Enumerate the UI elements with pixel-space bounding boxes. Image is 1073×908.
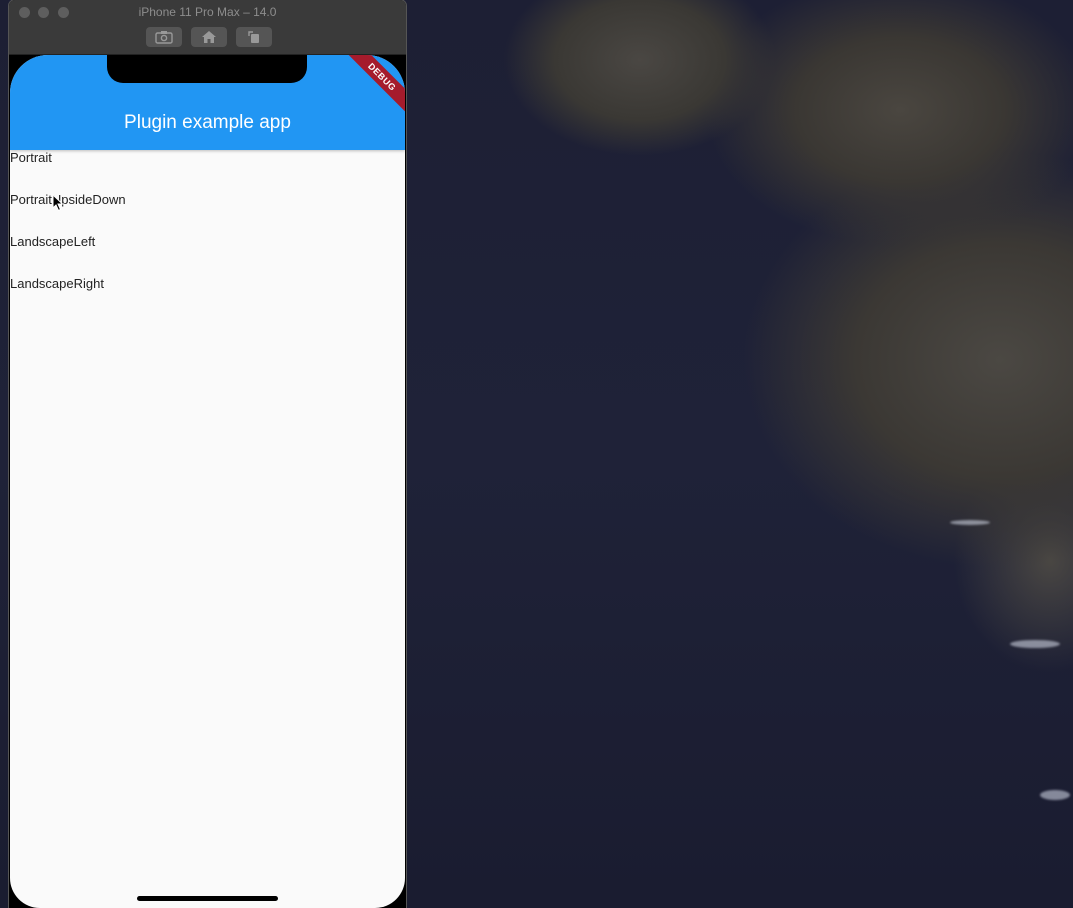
app-bar: Plugin example app DEBUG (10, 55, 405, 150)
screenshot-icon (155, 31, 173, 44)
wave-foam (950, 520, 990, 525)
home-indicator[interactable] (137, 896, 278, 901)
list-item-portrait-upside-down[interactable]: PortraitUpsideDown (10, 192, 405, 234)
screenshot-button[interactable] (146, 27, 182, 47)
home-icon (202, 31, 216, 43)
rotate-button[interactable] (236, 27, 272, 47)
list-item-landscape-left[interactable]: LandscapeLeft (10, 234, 405, 276)
device-screen: Plugin example app DEBUG Portrait Portra… (10, 55, 405, 908)
simulator-titlebar: iPhone 11 Pro Max – 14.0 (9, 0, 406, 55)
simulator-window: iPhone 11 Pro Max – 14.0 Plugin example (9, 0, 406, 908)
wave-foam (1010, 640, 1060, 648)
rotate-icon (248, 31, 259, 43)
window-title: iPhone 11 Pro Max – 14.0 (138, 5, 277, 19)
wave-foam (1040, 790, 1070, 800)
list-item-portrait[interactable]: Portrait (10, 150, 405, 192)
list-item-landscape-right[interactable]: LandscapeRight (10, 276, 405, 318)
mouse-pointer-icon (52, 194, 64, 212)
app-title: Plugin example app (124, 112, 291, 133)
device-notch (107, 55, 307, 83)
home-button[interactable] (191, 27, 227, 47)
orientation-list: Portrait PortraitUpsideDown LandscapeLef… (10, 150, 405, 318)
